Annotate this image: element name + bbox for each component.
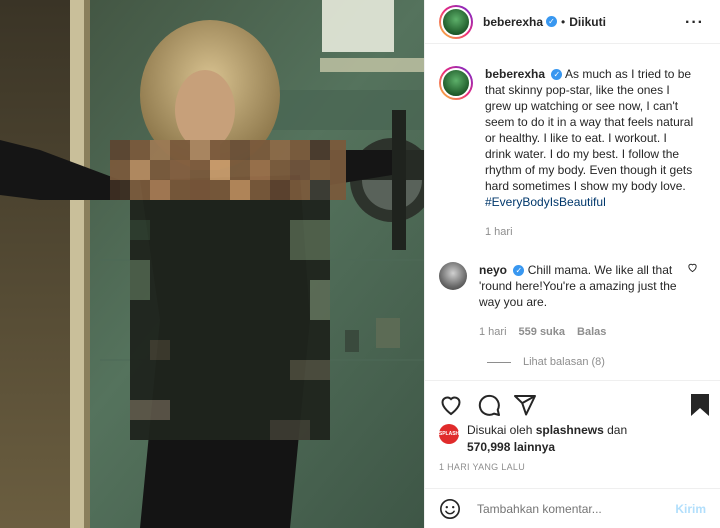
emoji-icon[interactable]	[439, 498, 461, 520]
share-icon[interactable]	[513, 393, 537, 417]
more-icon[interactable]: ···	[685, 14, 704, 32]
comments-section: beberexha ✓ As much as I tried to be tha…	[425, 44, 720, 380]
caption-text: As much as I tried to be that skinny pop…	[485, 67, 694, 193]
action-bar	[425, 380, 720, 428]
verified-badge-icon: ✓	[546, 16, 558, 27]
comment-text: Chill mama. We like all that 'round here…	[479, 263, 677, 309]
likes-summary: SPLASH Disukai oleh splashnews dan 570,9…	[439, 422, 627, 456]
likes-connector: dan	[607, 423, 628, 437]
commenter-username[interactable]: neyo	[479, 263, 507, 277]
instagram-post: beberexha ✓ • Diikuti ··· beberexha ✓ As…	[0, 0, 720, 528]
reply-button[interactable]: Balas	[577, 324, 606, 340]
likes-prefix: Disukai oleh	[467, 423, 533, 437]
view-replies-label: Lihat balasan (8)	[523, 356, 605, 368]
post-timestamp[interactable]: 1 HARI YANG LALU	[439, 462, 525, 472]
author-avatar[interactable]	[439, 4, 473, 39]
commenter-avatar[interactable]	[439, 262, 467, 290]
caption-author-avatar[interactable]	[439, 66, 473, 100]
comment-icon[interactable]	[477, 393, 501, 417]
verified-badge-icon: ✓	[513, 265, 525, 277]
separator-dot: •	[561, 14, 566, 29]
send-comment-button[interactable]: Kirim	[675, 502, 706, 516]
hashtag-link[interactable]: #EveryBodyIsBeautiful	[485, 195, 606, 209]
caption: beberexha ✓ As much as I tried to be tha…	[439, 66, 706, 240]
add-comment-bar: Kirim	[425, 488, 720, 528]
comment-input[interactable]	[477, 501, 676, 516]
author-username[interactable]: beberexha	[483, 15, 543, 29]
verified-badge-icon: ✓	[551, 69, 563, 81]
comment-item: neyo ✓ Chill mama. We like all that 'rou…	[439, 262, 706, 340]
view-replies-button[interactable]: Lihat balasan (8)	[487, 356, 706, 368]
post-header: beberexha ✓ • Diikuti ···	[425, 0, 720, 44]
liker-username[interactable]: splashnews	[536, 423, 604, 437]
likes-suffix[interactable]: lainnya	[514, 440, 555, 454]
caption-username[interactable]: beberexha	[485, 67, 545, 81]
likes-count[interactable]: 570,998	[467, 440, 510, 454]
comment-likes[interactable]: 559 suka	[519, 324, 565, 340]
comment-heart-icon[interactable]	[687, 262, 698, 276]
photo-illustration	[0, 0, 424, 528]
liker-avatar[interactable]: SPLASH	[439, 424, 459, 444]
post-photo[interactable]	[0, 0, 424, 528]
bookmark-icon[interactable]	[689, 393, 711, 417]
heart-icon[interactable]	[439, 393, 463, 417]
caption-time[interactable]: 1 hari	[485, 224, 513, 240]
replies-divider	[487, 361, 511, 363]
post-side-panel: beberexha ✓ • Diikuti ··· beberexha ✓ As…	[424, 0, 720, 528]
follow-status-button[interactable]: Diikuti	[569, 15, 606, 29]
comment-time[interactable]: 1 hari	[479, 324, 507, 340]
